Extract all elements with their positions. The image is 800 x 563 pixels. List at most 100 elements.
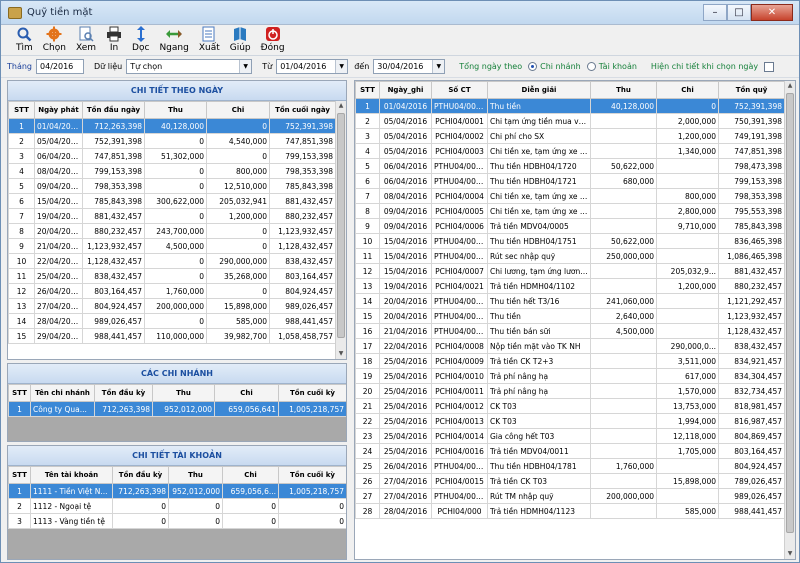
maximize-button[interactable]: □ xyxy=(727,4,751,21)
column-header[interactable]: Tên tài khoản xyxy=(30,466,113,484)
table-row[interactable]: 16 21/04/2016 PTHU04/0009 Thu tiền bán sữi 4… xyxy=(355,323,785,339)
column-header[interactable]: Chi xyxy=(214,384,279,402)
column-header[interactable]: Ngày_ghi xyxy=(379,81,432,99)
calendar-dropdown-icon[interactable]: ▼ xyxy=(432,60,445,73)
column-header[interactable]: Thu xyxy=(168,466,223,484)
table-row[interactable]: 1 01/04/2016 712,263,398 40,128,000 0 752,391… xyxy=(8,118,336,134)
table-row[interactable]: 14 20/04/2016 PTHU04/0007 Thu tiền hết T3/1… xyxy=(355,293,785,309)
table-row[interactable]: 7 19/04/2016 881,432,457 0 1,200,000 880,232,… xyxy=(8,208,336,224)
table-row[interactable]: 6 15/04/2016 785,843,398 300,622,000 205,032… xyxy=(8,193,336,209)
table-row[interactable]: 11 15/04/2016 PTHU04/0006 Rút sec nhập quỹ 2… xyxy=(355,248,785,264)
column-header[interactable]: Thu xyxy=(144,101,207,119)
column-header[interactable]: Thu xyxy=(590,81,657,99)
table-row[interactable]: 22 25/04/2016 PCHI04/0013 CK T03 1,994,000 81… xyxy=(355,413,785,429)
table-row[interactable]: 17 22/04/2016 PCHI04/0008 Nộp tiền mặt vào … xyxy=(355,338,785,354)
table-row[interactable]: 2 05/04/2016 752,391,398 0 4,540,000 747,851,… xyxy=(8,133,336,149)
column-header[interactable]: STT xyxy=(8,101,35,119)
toolbar-button-8[interactable]: Giúp xyxy=(225,25,256,55)
table-row[interactable]: 2 1112 - Ngoại tệ 0 0 0 0 xyxy=(8,498,346,514)
table-row[interactable]: 4 08/04/2016 799,153,398 0 800,000 798,353,39… xyxy=(8,163,336,179)
ledger-scrollbar[interactable]: ▲ ▼ xyxy=(784,81,795,559)
table-row[interactable]: 6 06/04/2016 PTHU04/0004 Thu tiền HDBH04/17… xyxy=(355,173,785,189)
column-header[interactable]: Tồn cuối kỳ xyxy=(278,466,346,484)
table-row[interactable]: 12 15/04/2016 PCHI04/0007 Chi lương, tạm ứn… xyxy=(355,263,785,279)
radio-branch[interactable] xyxy=(528,62,538,71)
table-row[interactable]: 5 09/04/2016 798,353,398 0 12,510,000 785,843… xyxy=(8,178,336,194)
table-row[interactable]: 3 06/04/2016 747,851,398 51,302,000 0 799,153… xyxy=(8,148,336,164)
table-row[interactable]: 20 25/04/2016 PCHI04/0011 Trả phí nâng hạ 1,… xyxy=(355,383,785,399)
toolbar-button-1[interactable]: Tìm xyxy=(11,25,38,55)
table-row[interactable]: 9 09/04/2016 PCHI04/0006 Trả tiền MDV04/000… xyxy=(355,218,785,234)
table-row[interactable]: 5 06/04/2016 PTHU04/0003 Thu tiền HDBH04/17… xyxy=(355,158,785,174)
column-header[interactable]: Chi xyxy=(206,101,270,119)
toolbar-button-9[interactable]: Đóng xyxy=(256,25,290,55)
from-date-picker[interactable]: 01/04/2016 ▼ xyxy=(276,59,349,74)
table-row[interactable]: 18 25/04/2016 PCHI04/0009 Trả tiền CK T2+3 3… xyxy=(355,353,785,369)
chevron-down-icon[interactable]: ▼ xyxy=(239,60,252,73)
column-header[interactable]: Tồn đầu kỳ xyxy=(94,384,153,402)
table-row[interactable]: 15 20/04/2016 PTHU04/0008 Thu tiền 2,640,000… xyxy=(355,308,785,324)
column-header[interactable]: STT xyxy=(355,81,380,99)
minimize-button[interactable]: – xyxy=(703,4,727,21)
column-header[interactable]: Tồn cuối kỳ xyxy=(278,384,346,402)
column-header[interactable]: Tồn đầu kỳ xyxy=(112,466,169,484)
table-row[interactable]: 8 09/04/2016 PCHI04/0005 Chi tiền xe, tạm ứ… xyxy=(355,203,785,219)
radio-account[interactable] xyxy=(586,62,596,71)
table-row[interactable]: 1 01/04/2016 PTHU04/0002 Thu tiền 40,128,000… xyxy=(355,98,785,114)
data-select[interactable]: Tự chọn ▼ xyxy=(126,59,253,74)
table-row[interactable]: 3 1113 - Vàng tiền tệ 0 0 0 0 xyxy=(8,513,346,529)
table-row[interactable]: 7 08/04/2016 PCHI04/0004 Chi tiền xe, tạm ứ… xyxy=(355,188,785,204)
table-row[interactable]: 10 22/04/2016 1,128,432,457 0 290,000,000 838… xyxy=(8,253,336,269)
table-cell: 05/04/2016 xyxy=(379,128,432,144)
column-header[interactable]: Thu xyxy=(152,384,215,402)
column-header[interactable]: Tồn quỹ xyxy=(718,81,785,99)
table-cell: 26/04/2016 xyxy=(34,283,83,299)
to-label: đến xyxy=(354,62,370,71)
table-row[interactable]: 13 27/04/2016 804,924,457 200,000,000 15,898… xyxy=(8,298,336,314)
toolbar-button-5[interactable]: Dọc xyxy=(127,25,154,55)
table-row[interactable]: 26 27/04/2016 PCHI04/0015 Trả tiền CK T03 15… xyxy=(355,473,785,489)
toolbar-button-2[interactable]: Chọn xyxy=(38,25,71,55)
table-row[interactable]: 21 25/04/2016 PCHI04/0012 CK T03 13,753,000 8… xyxy=(355,398,785,414)
to-date-picker[interactable]: 30/04/2016 ▼ xyxy=(373,59,446,74)
column-header[interactable]: Ngày phát xyxy=(34,101,83,119)
table-row[interactable]: 15 29/04/2016 988,441,457 110,000,000 39,982… xyxy=(8,328,336,344)
table-row[interactable]: 1 Công ty Qua... 712,263,398 952,012,000 659… xyxy=(8,401,346,417)
column-header[interactable]: Chi xyxy=(222,466,279,484)
toolbar-button-6[interactable]: Ngang xyxy=(154,25,193,55)
toolbar-button-4[interactable]: In xyxy=(101,25,127,55)
column-header[interactable]: Tồn đầu ngày xyxy=(82,101,145,119)
table-row[interactable]: 12 26/04/2016 803,164,457 1,760,000 0 804,924… xyxy=(8,283,336,299)
column-header[interactable]: STT xyxy=(8,384,31,402)
column-header[interactable]: Số CT xyxy=(431,81,488,99)
show-detail-checkbox[interactable] xyxy=(764,61,775,72)
table-row[interactable]: 11 25/04/2016 838,432,457 0 35,268,000 803,16… xyxy=(8,268,336,284)
table-row[interactable]: 2 05/04/2016 PCHI04/0001 Chi tạm ứng tiền m… xyxy=(355,113,785,129)
table-row[interactable]: 8 20/04/2016 880,232,457 243,700,000 0 1,123,… xyxy=(8,223,336,239)
toolbar-button-7[interactable]: Xuất xyxy=(194,25,225,55)
column-header[interactable]: Tên chi nhánh xyxy=(30,384,95,402)
toolbar-button-3[interactable]: Xem xyxy=(71,25,101,55)
column-header[interactable]: Diễn giải xyxy=(487,81,591,99)
table-row[interactable]: 3 05/04/2016 PCHI04/0002 Chi phí cho SX 1,20… xyxy=(355,128,785,144)
table-row[interactable]: 10 15/04/2016 PTHU04/0005 Thu tiền HDBH04/1… xyxy=(355,233,785,249)
daily-scrollbar[interactable]: ▲ ▼ xyxy=(335,101,346,359)
table-cell: PTHU04/0002 xyxy=(431,98,488,114)
calendar-dropdown-icon[interactable]: ▼ xyxy=(335,60,348,73)
table-row[interactable]: 4 05/04/2016 PCHI04/0003 Chi tiền xe, tạm ứ… xyxy=(355,143,785,159)
table-row[interactable]: 9 21/04/2016 1,123,932,457 4,500,000 0 1,128,… xyxy=(8,238,336,254)
table-row[interactable]: 24 25/04/2016 PCHI04/0016 Trả tiền MDV04/00… xyxy=(355,443,785,459)
table-row[interactable]: 27 27/04/2016 PTHU04/0000 Rút TM nhập quỹ 20… xyxy=(355,488,785,504)
table-row[interactable]: 28 28/04/2016 PCHI04/000 Trả tiền HDMH04/11… xyxy=(355,503,785,519)
table-row[interactable]: 1 1111 - Tiền Việt N... 712,263,398 952,012… xyxy=(8,483,346,499)
column-header[interactable]: Chi xyxy=(656,81,719,99)
table-row[interactable]: 23 25/04/2016 PCHI04/0014 Gia công hết T03 1… xyxy=(355,428,785,444)
close-window-button[interactable]: ✕ xyxy=(751,4,793,21)
table-row[interactable]: 19 25/04/2016 PCHI04/0010 Trả phí nâng hạ 61… xyxy=(355,368,785,384)
table-row[interactable]: 25 26/04/2016 PTHU04/0010 Thu tiền HDBH04/1… xyxy=(355,458,785,474)
table-row[interactable]: 14 28/04/2016 989,026,457 0 585,000 988,441,4… xyxy=(8,313,336,329)
month-input[interactable]: 04/2016 xyxy=(36,59,85,74)
table-row[interactable]: 13 19/04/2016 PCHI04/0021 Trả tiền HDMH04/1… xyxy=(355,278,785,294)
column-header[interactable]: Tồn cuối ngày xyxy=(269,101,336,119)
column-header[interactable]: STT xyxy=(8,466,31,484)
